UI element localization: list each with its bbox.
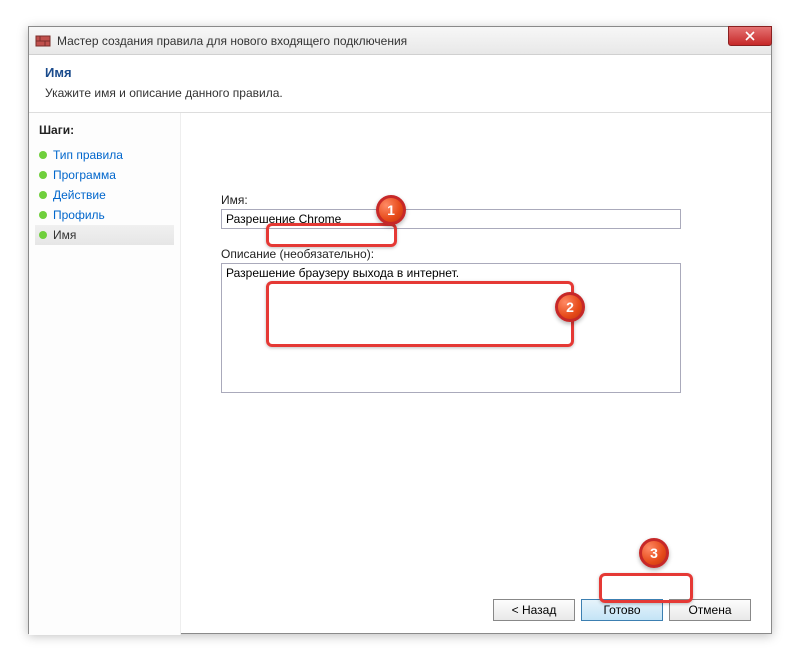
description-field-block: Описание (необязательно): Разрешение бра… <box>221 247 741 396</box>
page-title: Имя <box>45 65 755 80</box>
step-label: Профиль <box>53 208 105 222</box>
step-program[interactable]: Программа <box>39 165 170 185</box>
close-button[interactable] <box>728 26 772 46</box>
step-label: Имя <box>53 228 76 242</box>
step-action[interactable]: Действие <box>39 185 170 205</box>
wizard-body: Шаги: Тип правила Программа Действие Про… <box>29 113 771 635</box>
titlebar: Мастер создания правила для нового входя… <box>29 27 771 55</box>
name-label: Имя: <box>221 193 741 207</box>
step-name[interactable]: Имя <box>35 225 174 245</box>
firewall-icon <box>35 33 51 49</box>
bullet-icon <box>39 211 47 219</box>
name-field-block: Имя: <box>221 193 741 229</box>
name-input[interactable] <box>221 209 681 229</box>
button-row: < Назад Готово Отмена <box>493 599 751 621</box>
cancel-button[interactable]: Отмена <box>669 599 751 621</box>
bullet-icon <box>39 151 47 159</box>
step-label: Тип правила <box>53 148 123 162</box>
description-input[interactable]: Разрешение браузеру выхода в интернет. <box>221 263 681 393</box>
page-subtitle: Укажите имя и описание данного правила. <box>45 86 755 100</box>
main-panel: Имя: Описание (необязательно): Разрешени… <box>181 113 771 635</box>
bullet-icon <box>39 231 47 239</box>
step-profile[interactable]: Профиль <box>39 205 170 225</box>
back-button[interactable]: < Назад <box>493 599 575 621</box>
window-title: Мастер создания правила для нового входя… <box>57 34 407 48</box>
wizard-header: Имя Укажите имя и описание данного прави… <box>29 55 771 113</box>
description-label: Описание (необязательно): <box>221 247 741 261</box>
bullet-icon <box>39 191 47 199</box>
steps-heading: Шаги: <box>39 123 170 137</box>
step-label: Действие <box>53 188 106 202</box>
wizard-window: Мастер создания правила для нового входя… <box>28 26 772 634</box>
bullet-icon <box>39 171 47 179</box>
finish-button[interactable]: Готово <box>581 599 663 621</box>
step-label: Программа <box>53 168 116 182</box>
step-rule-type[interactable]: Тип правила <box>39 145 170 165</box>
steps-sidebar: Шаги: Тип правила Программа Действие Про… <box>29 113 181 635</box>
